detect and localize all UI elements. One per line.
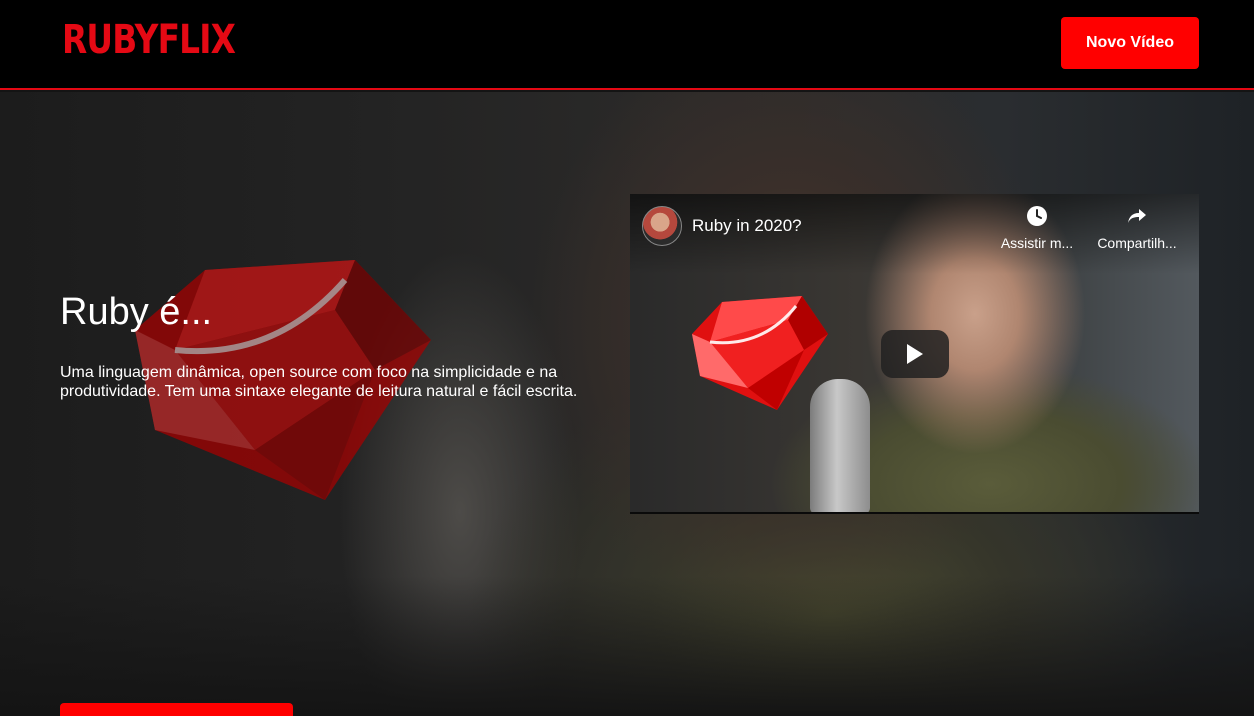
clock-icon <box>1027 206 1047 226</box>
top-header: RUBYFLIX Novo Vídeo <box>0 0 1254 90</box>
hero-description: Uma linguagem dinâmica, open source com … <box>60 364 578 400</box>
rubyflix-logo[interactable]: RUBYFLIX <box>62 14 236 66</box>
hero-banner: Ruby é... Uma linguagem dinâmica, open s… <box>0 92 1254 716</box>
new-video-button[interactable]: Novo Vídeo <box>1061 17 1199 69</box>
watch-later-button[interactable]: Assistir m... <box>992 204 1082 251</box>
watch-later-label: Assistir m... <box>1000 235 1074 251</box>
channel-avatar[interactable] <box>642 206 682 246</box>
play-icon <box>907 344 923 364</box>
video-player[interactable]: Ruby in 2020? Assistir m... Compartilh..… <box>630 194 1199 514</box>
category-button[interactable] <box>60 703 293 716</box>
share-button[interactable]: Compartilh... <box>1092 204 1182 251</box>
ruby-logo-icon <box>692 296 828 410</box>
hero-title: Ruby é... <box>60 291 213 333</box>
play-button[interactable] <box>881 330 949 378</box>
share-label: Compartilh... <box>1097 235 1177 251</box>
video-title[interactable]: Ruby in 2020? <box>692 216 802 236</box>
banner-fade <box>0 576 1254 716</box>
share-icon <box>1128 209 1146 223</box>
